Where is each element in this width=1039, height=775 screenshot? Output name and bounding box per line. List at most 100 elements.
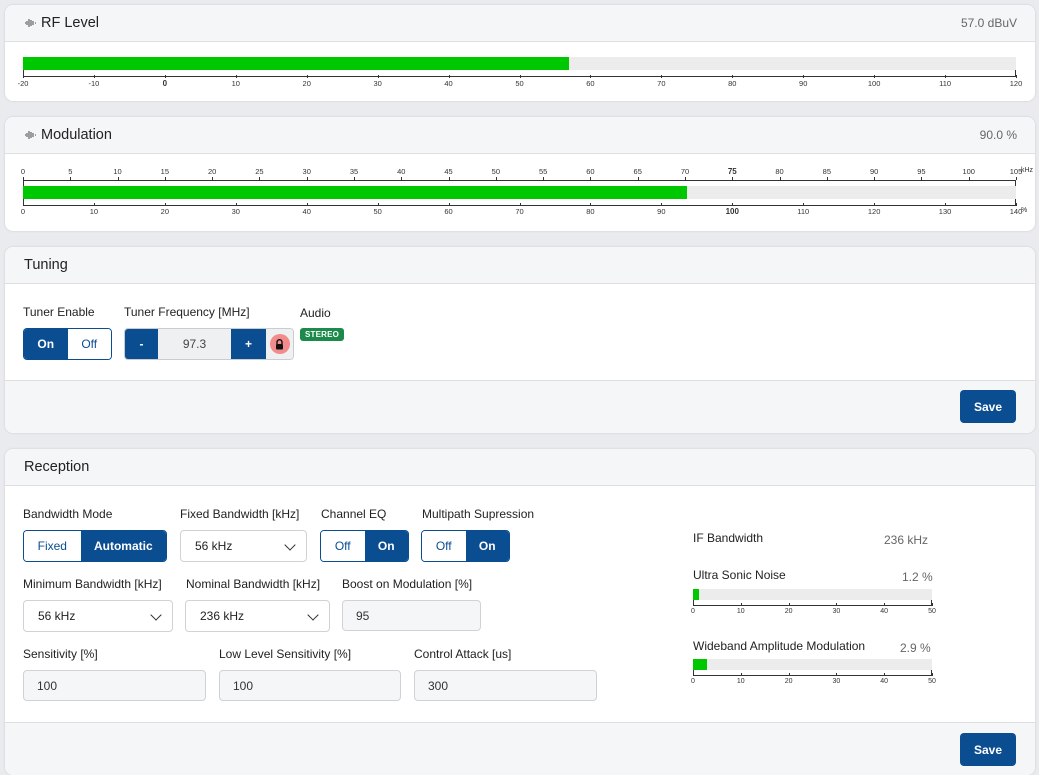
channel-eq-off-button[interactable]: Off: [321, 531, 365, 561]
tick-label: 95: [917, 167, 926, 176]
bandwidth-mode-automatic-button[interactable]: Automatic: [80, 531, 166, 561]
tick-mark: [693, 603, 694, 606]
tick-mark: [693, 673, 694, 676]
multipath-label: Multipath Supression: [422, 507, 535, 521]
tick-mark: [519, 203, 521, 206]
tick-label: 40: [302, 207, 311, 216]
rf-level-title: RF Level: [41, 15, 100, 31]
tick-label: 10: [736, 608, 745, 615]
nominal-bandwidth-select[interactable]: 236 kHz: [185, 600, 330, 632]
tick-label: 75: [727, 167, 737, 176]
tick-label: 20: [207, 167, 217, 176]
tick-label: 55: [538, 167, 548, 176]
tick-mark: [235, 75, 237, 78]
tick-label: 0: [20, 167, 26, 176]
tick-label: 40: [880, 608, 889, 615]
tick-label: 100: [725, 207, 739, 216]
tick-mark: [93, 203, 95, 206]
boost-input[interactable]: 95: [342, 600, 481, 631]
min-bandwidth-select[interactable]: 56 kHz: [23, 600, 173, 632]
tick-label: 50: [928, 678, 936, 685]
reception-save-button[interactable]: Save: [960, 733, 1016, 766]
wideband-am-value: 2.9 %: [900, 641, 931, 655]
tick-label: 70: [657, 79, 666, 88]
modulation-meter: 0 5 10 15 20 25 30 35 40 45 50 55 60 65 70 75 80 85 90 95 10…: [20, 167, 1033, 227]
reception-header: Reception: [5, 449, 1035, 486]
frequency-plus-button[interactable]: +: [231, 329, 266, 359]
tick-mark: [519, 75, 521, 78]
tick-label: 110: [797, 207, 810, 216]
fixed-bandwidth-select[interactable]: 56 kHz: [180, 530, 307, 562]
frequency-input[interactable]: 97.3: [158, 329, 231, 359]
modulation-header: Modulation 90.0 %: [5, 117, 1035, 154]
tick-label: -20: [17, 79, 29, 88]
tick-mark: [377, 203, 379, 206]
frequency-minus-button[interactable]: -: [125, 329, 158, 359]
tuner-frequency-stepper: - 97.3 +: [124, 328, 294, 360]
tuning-title: Tuning: [24, 257, 68, 273]
tick-label: 100: [867, 79, 881, 88]
tick-label: 80: [775, 167, 784, 176]
low-level-sensitivity-input[interactable]: 100: [219, 670, 401, 701]
chevron-down-icon: [150, 609, 162, 621]
bandwidth-mode-fixed-button[interactable]: Fixed: [24, 531, 81, 561]
rf-level-card: RF Level 57.0 dBuV -20 -10 0 10 20 30 40 50 60 70…: [5, 5, 1035, 101]
rf-level-meter: -20 -10 0 10 20 30 40 50 60 70 80 90 100 110 120: [18, 57, 1022, 92]
tick-label: 80: [586, 207, 595, 216]
tick-label: 40: [444, 79, 453, 88]
tick-mark: [164, 203, 166, 206]
tick-label: 110: [939, 79, 952, 88]
frequency-lock-button[interactable]: [266, 329, 293, 359]
tick-label: 60: [586, 167, 595, 176]
min-bandwidth-value: 56 kHz: [38, 609, 76, 623]
scale-unit: %: [1021, 207, 1028, 214]
tuning-header: Tuning: [5, 247, 1035, 284]
tick-label: 50: [491, 167, 501, 176]
tick-label: 30: [231, 207, 240, 216]
nominal-bandwidth-label: Nominal Bandwidth [kHz]: [186, 577, 321, 591]
tick-mark: [661, 203, 663, 206]
tick-label: 20: [784, 678, 793, 685]
tick-label: 5: [68, 167, 73, 176]
tick-label: 0: [162, 79, 168, 88]
ultra-sonic-noise-value: 1.2 %: [902, 570, 933, 584]
tick-mark: [884, 673, 886, 676]
tick-mark: [1016, 203, 1017, 206]
tick-mark: [874, 203, 876, 206]
tuning-footer: Save: [5, 380, 1035, 433]
tick-mark: [661, 75, 663, 78]
tick-label: 20: [160, 207, 170, 216]
tick-label: 35: [349, 167, 359, 176]
sensitivity-input[interactable]: 100: [23, 670, 206, 701]
tick-label: 30: [832, 608, 841, 615]
tick-label: 30: [832, 678, 841, 685]
tick-label: 60: [444, 207, 453, 216]
tuner-enable-toggle: On Off: [23, 328, 112, 360]
tick-mark: [448, 203, 450, 206]
tick-label: 70: [680, 167, 690, 176]
tick-label: 50: [373, 207, 382, 216]
tick-label: 50: [928, 608, 936, 615]
fixed-bandwidth-value: 56 kHz: [195, 539, 233, 553]
reception-card: Reception Bandwidth Mode Fixed Automatic…: [5, 449, 1035, 775]
tick-mark: [1016, 75, 1017, 78]
multipath-toggle: Off On: [421, 530, 510, 562]
nominal-bandwidth-value: 236 kHz: [200, 609, 245, 623]
chevron-down-icon: [284, 539, 296, 551]
tuning-card: Tuning Tuner Enable On Off Tuner Frequen…: [5, 247, 1035, 433]
tick-label: 15: [160, 167, 170, 176]
tick-mark: [732, 203, 734, 206]
if-bandwidth-value: 236 kHz: [884, 533, 929, 547]
tick-label: 30: [302, 167, 311, 176]
tuner-enable-off-button[interactable]: Off: [67, 329, 111, 359]
tuning-save-button[interactable]: Save: [960, 390, 1016, 423]
tick-mark: [377, 75, 379, 78]
channel-eq-on-button[interactable]: On: [364, 531, 408, 561]
tuner-enable-on-button[interactable]: On: [24, 329, 68, 359]
multipath-off-button[interactable]: Off: [422, 531, 466, 561]
reception-title: Reception: [24, 459, 90, 475]
wideband-am-label: Wideband Amplitude Modulation: [693, 639, 866, 653]
low-level-sensitivity-label: Low Level Sensitivity [%]: [219, 647, 352, 661]
multipath-on-button[interactable]: On: [465, 531, 509, 561]
control-attack-input[interactable]: 300: [414, 670, 597, 701]
